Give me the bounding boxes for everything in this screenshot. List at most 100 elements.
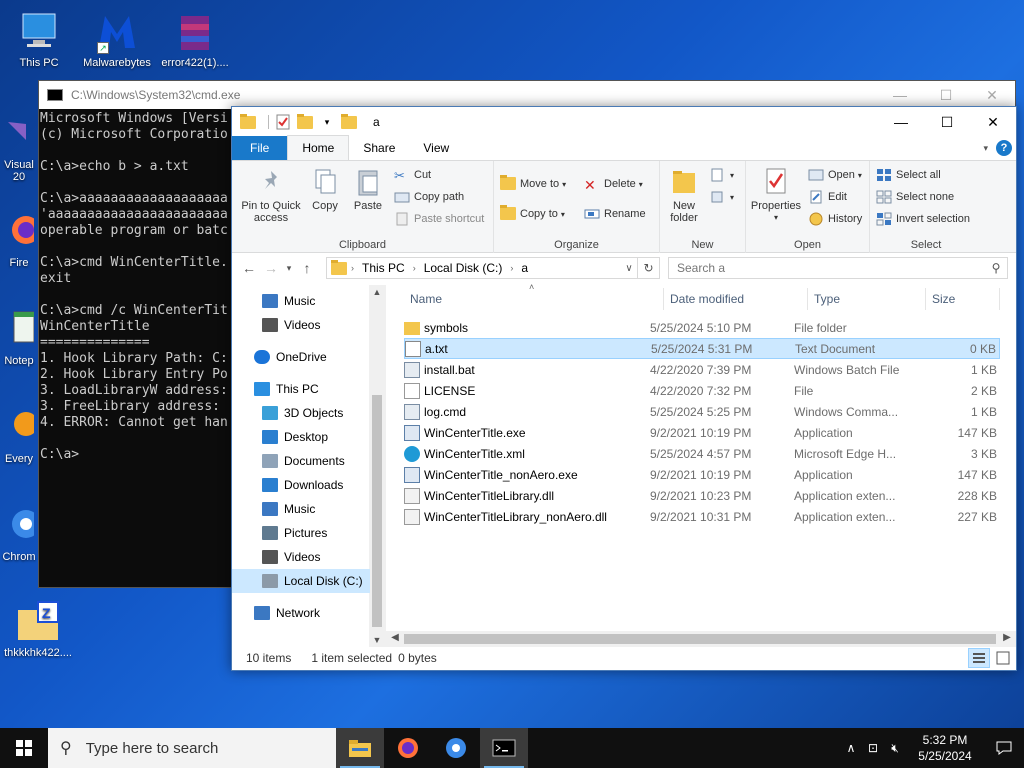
show-hidden-icons-chevron-icon[interactable]: ∧	[840, 741, 862, 755]
paste-shortcut-button[interactable]: Paste shortcut	[394, 210, 484, 228]
pin-to-quick-access-button[interactable]: Pin to Quick access	[238, 167, 304, 224]
file-row[interactable]: LICENSE 4/22/2020 7:32 PM File 2 KB	[404, 380, 1000, 401]
scroll-down-icon[interactable]: ▼	[369, 635, 385, 645]
file-row[interactable]: WinCenterTitle.exe 9/2/2021 10:19 PM Appli…	[404, 422, 1000, 443]
refresh-icon[interactable]: ↻	[638, 257, 660, 279]
file-row[interactable]: WinCenterTitleLibrary.dll 9/2/2021 10:23 …	[404, 485, 1000, 506]
nav-item-downloads[interactable]: Downloads	[232, 473, 370, 497]
address-dropdown-icon[interactable]: ∨	[621, 263, 637, 274]
tab-file[interactable]: File	[232, 136, 288, 160]
file-row[interactable]: log.cmd 5/25/2024 5:25 PM Windows Comma...…	[404, 401, 1000, 422]
desktop-icon-visual-studio[interactable]: Visual 20	[0, 112, 38, 183]
file-row[interactable]: WinCenterTitle.xml 5/25/2024 4:57 PM Micro…	[404, 443, 1000, 464]
edit-button[interactable]: Edit	[808, 188, 847, 206]
taskbar-firefox[interactable]	[384, 728, 432, 768]
copy-path-button[interactable]: Copy path	[394, 188, 464, 206]
nav-scrollbar[interactable]: ▲ ▼	[369, 285, 385, 647]
desktop-icon-firefox[interactable]: Fire	[0, 210, 40, 269]
nav-item-desktop[interactable]: Desktop	[232, 425, 370, 449]
volume-muted-icon[interactable]: 🔇︎	[884, 741, 906, 756]
nav-scrollbar-thumb[interactable]	[372, 395, 382, 627]
file-explorer-window[interactable]: ▾ a — ☐ ✕ File Home Share View ▾ ? Pin t…	[231, 106, 1017, 671]
paste-button[interactable]: Paste	[350, 167, 386, 212]
back-arrow-icon[interactable]: ←	[238, 260, 260, 276]
navigation-pane[interactable]: ▲ ▼ Music Videos OneDrive This PC 3D Objects…	[232, 285, 386, 647]
move-to-button[interactable]: Move to ▾	[500, 175, 566, 193]
cmd-title-bar[interactable]: C:\Windows\System32\cmd.exe — ☐ ✕	[39, 81, 1015, 109]
address-bar[interactable]: › This PC › Local Disk (C:) › a ∨	[326, 257, 638, 279]
taskbar-file-explorer[interactable]	[336, 728, 384, 768]
history-button[interactable]: History	[808, 210, 862, 228]
forward-arrow-icon[interactable]: →	[260, 260, 282, 276]
details-view-icon[interactable]	[968, 648, 990, 668]
desktop-icon-this-pc[interactable]: This PC	[2, 10, 76, 69]
cmd-minimize-button[interactable]: —	[877, 87, 923, 104]
column-name[interactable]: Name	[404, 288, 664, 310]
cut-button[interactable]: ✂ Cut	[394, 166, 431, 184]
desktop-icon-thkkkhk422[interactable]: Z thkkkhk422....	[1, 600, 75, 659]
customize-quick-access-icon[interactable]: ▾	[319, 114, 335, 130]
breadcrumb-a[interactable]: a	[521, 261, 528, 275]
properties-quick-icon[interactable]	[275, 114, 291, 130]
nav-item-documents[interactable]: Documents	[232, 449, 370, 473]
notifications-icon[interactable]	[984, 728, 1024, 768]
taskbar-search-box[interactable]: ⚲ Type here to search	[48, 728, 336, 768]
nav-item-onedrive[interactable]: OneDrive	[232, 345, 370, 369]
expand-ribbon-icon[interactable]: ▾	[983, 143, 988, 154]
nav-item-videos[interactable]: Videos	[232, 313, 370, 337]
nav-item-music[interactable]: Music	[232, 497, 370, 521]
new-folder-quick-icon[interactable]	[297, 114, 313, 130]
nav-item-music[interactable]: Music	[232, 289, 370, 313]
invert-selection-button[interactable]: Invert selection	[876, 210, 970, 228]
scroll-up-icon[interactable]: ▲	[369, 287, 385, 297]
taskbar-cmd[interactable]	[480, 728, 528, 768]
nav-item-videos[interactable]: Videos	[232, 545, 370, 569]
delete-button[interactable]: ✕ Delete ▾	[584, 175, 643, 193]
select-all-button[interactable]: Select all	[876, 166, 941, 184]
rename-button[interactable]: Rename	[584, 205, 646, 223]
clock[interactable]: 5:32 PM 5/25/2024	[906, 732, 984, 764]
explorer-close-button[interactable]: ✕	[970, 114, 1016, 131]
desktop-icon-chrome[interactable]: Chrom	[0, 504, 40, 563]
file-row[interactable]: install.bat 4/22/2020 7:39 PM Windows Batc…	[404, 359, 1000, 380]
help-icon[interactable]: ?	[996, 140, 1012, 156]
cmd-close-button[interactable]: ✕	[969, 87, 1015, 104]
breadcrumb-this-pc[interactable]: This PC	[362, 261, 405, 275]
file-row[interactable]: WinCenterTitleLibrary_nonAero.dll 9/2/202…	[404, 506, 1000, 527]
column-date-modified[interactable]: Date modified	[664, 288, 808, 310]
file-list-pane[interactable]: ˄ Name Date modified Type Size ◀ ▶ symbo…	[386, 282, 1016, 647]
taskbar-chrome[interactable]	[432, 728, 480, 768]
select-none-button[interactable]: Select none	[876, 188, 954, 206]
large-icons-view-icon[interactable]	[992, 648, 1014, 668]
desktop-icon-malwarebytes[interactable]: ↗ Malwarebytes	[80, 10, 154, 69]
cmd-maximize-button[interactable]: ☐	[923, 87, 969, 104]
file-row[interactable]: WinCenterTitle_nonAero.exe 9/2/2021 10:19…	[404, 464, 1000, 485]
column-size[interactable]: Size	[926, 288, 1000, 310]
up-arrow-icon[interactable]: ↑	[296, 260, 318, 276]
desktop-icon-error422[interactable]: error422(1)....	[158, 10, 232, 69]
nav-item-3d-objects[interactable]: 3D Objects	[232, 401, 370, 425]
tab-share[interactable]: Share	[349, 136, 409, 160]
desktop-icon-notepad[interactable]: Notep	[0, 308, 38, 367]
scroll-left-icon[interactable]: ◀	[387, 632, 403, 643]
desktop-icon-everything[interactable]: Every	[0, 406, 38, 465]
new-folder-button[interactable]: New folder	[664, 167, 704, 224]
nav-item-network[interactable]: Network	[232, 601, 370, 625]
copy-button[interactable]: Copy	[308, 167, 342, 212]
column-type[interactable]: Type	[808, 288, 926, 310]
start-button[interactable]	[0, 728, 48, 768]
tab-view[interactable]: View	[409, 136, 463, 160]
search-input[interactable]: Search a ⚲	[668, 257, 1008, 279]
nav-item-this-pc[interactable]: This PC	[232, 377, 370, 401]
file-row[interactable]: a.txt 5/25/2024 5:31 PM Text Document 0 KB	[404, 338, 1000, 359]
nav-item-local-disk-c[interactable]: Local Disk (C:)	[232, 569, 370, 593]
properties-button[interactable]: Properties ▾	[748, 167, 804, 224]
breadcrumb-local-disk[interactable]: Local Disk (C:)	[424, 261, 503, 275]
explorer-maximize-button[interactable]: ☐	[924, 114, 970, 131]
recent-locations-icon[interactable]: ▾	[282, 263, 296, 274]
network-icon[interactable]: ⊡	[862, 741, 884, 755]
new-item-button[interactable]: ▾	[710, 166, 734, 184]
nav-item-pictures[interactable]: Pictures	[232, 521, 370, 545]
tab-home[interactable]: Home	[287, 135, 350, 160]
copy-to-button[interactable]: Copy to ▾	[500, 205, 565, 223]
